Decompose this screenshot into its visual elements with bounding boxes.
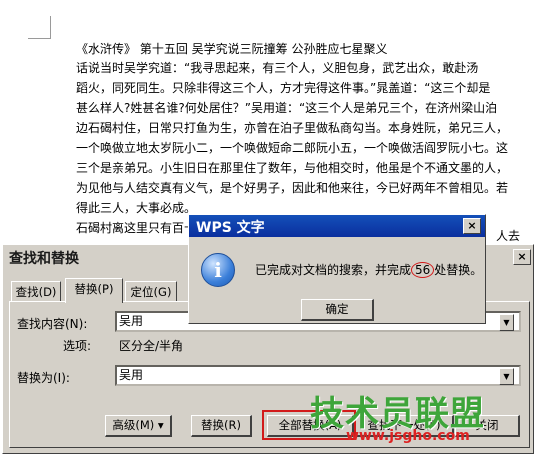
document-heading: 《水浒传》 第十五回 吴学究说三阮撞筹 公孙胜应七星聚义 bbox=[76, 42, 388, 56]
document-line: 人去 bbox=[496, 229, 521, 243]
message-suffix: 处替换。 bbox=[434, 263, 483, 277]
message-box: WPS 文字 × i 已完成对文档的搜索，并完成 56 处替换。 确定 bbox=[188, 214, 486, 324]
document-line: 三个是亲弟兄。小生旧日在那里住了数年，与他相交时，他虽是个不通文墨的人， bbox=[76, 161, 509, 175]
document-line: 话说当时吴学究道：“我寻思起来，有三个人，义胆包身，武艺出众，敢赴汤 bbox=[76, 61, 479, 75]
find-label: 查找内容(N): bbox=[17, 317, 88, 331]
document-line: 甚么样人?姓甚名谁?何处居住？”吴用道：“这三个人是弟兄三个，在济州梁山泊 bbox=[76, 101, 498, 115]
close-icon[interactable]: × bbox=[463, 218, 481, 234]
ok-button[interactable]: 确定 bbox=[301, 299, 374, 321]
message-prefix: 已完成对文档的搜索，并完成 bbox=[255, 263, 412, 277]
message-text: 已完成对文档的搜索，并完成 56 处替换。 bbox=[255, 261, 482, 278]
replace-button[interactable]: 替换(R) bbox=[191, 415, 252, 437]
replace-label: 替换为(I): bbox=[17, 371, 70, 385]
watermark-url: www.jsgho.com bbox=[346, 428, 470, 444]
close-icon[interactable]: × bbox=[513, 249, 531, 265]
options-label: 选项: bbox=[63, 339, 92, 353]
document-line: 一个唤做立地太岁阮小二，一个唤做短命二郎阮小五，一个唤做活阎罗阮小七。这 bbox=[76, 141, 509, 155]
document-line: 石碣村离这里只有百十 bbox=[76, 221, 197, 235]
message-box-title-bar[interactable]: WPS 文字 × bbox=[189, 215, 485, 237]
document-line: 边石碣村住，日常只打鱼为生，亦曾在泊子里做私商勾当。本身姓阮，弟兄三人， bbox=[76, 121, 509, 135]
tab-find[interactable]: 查找(D) bbox=[11, 281, 61, 302]
dialog-title: 查找和替换 bbox=[9, 251, 79, 267]
info-icon: i bbox=[201, 253, 235, 287]
document-line: 为见他与人结交真有义气，是个好男子，因此和他来往，今已好两年不曾相见。若 bbox=[76, 181, 509, 195]
options-value: 区分全/半角 bbox=[119, 339, 184, 353]
replace-count: 56 bbox=[411, 262, 435, 278]
chevron-down-icon[interactable]: ▼ bbox=[499, 314, 514, 331]
document-line: 得此三人，大事必成。 bbox=[76, 201, 197, 215]
tab-goto[interactable]: 定位(G) bbox=[125, 281, 177, 302]
chevron-down-icon[interactable]: ▼ bbox=[499, 368, 514, 385]
message-box-title: WPS 文字 bbox=[196, 220, 265, 236]
page-corner-marker bbox=[28, 16, 51, 39]
advanced-button[interactable]: 高级(M) ▾ bbox=[105, 415, 172, 437]
document-line: 蹈火，同死同生。只除非得这三个人，方才完得这件事。”晁盖道：“这三个却是 bbox=[76, 81, 491, 95]
replace-input[interactable]: 吴用 bbox=[115, 365, 521, 386]
tab-replace[interactable]: 替换(P) bbox=[65, 278, 123, 303]
